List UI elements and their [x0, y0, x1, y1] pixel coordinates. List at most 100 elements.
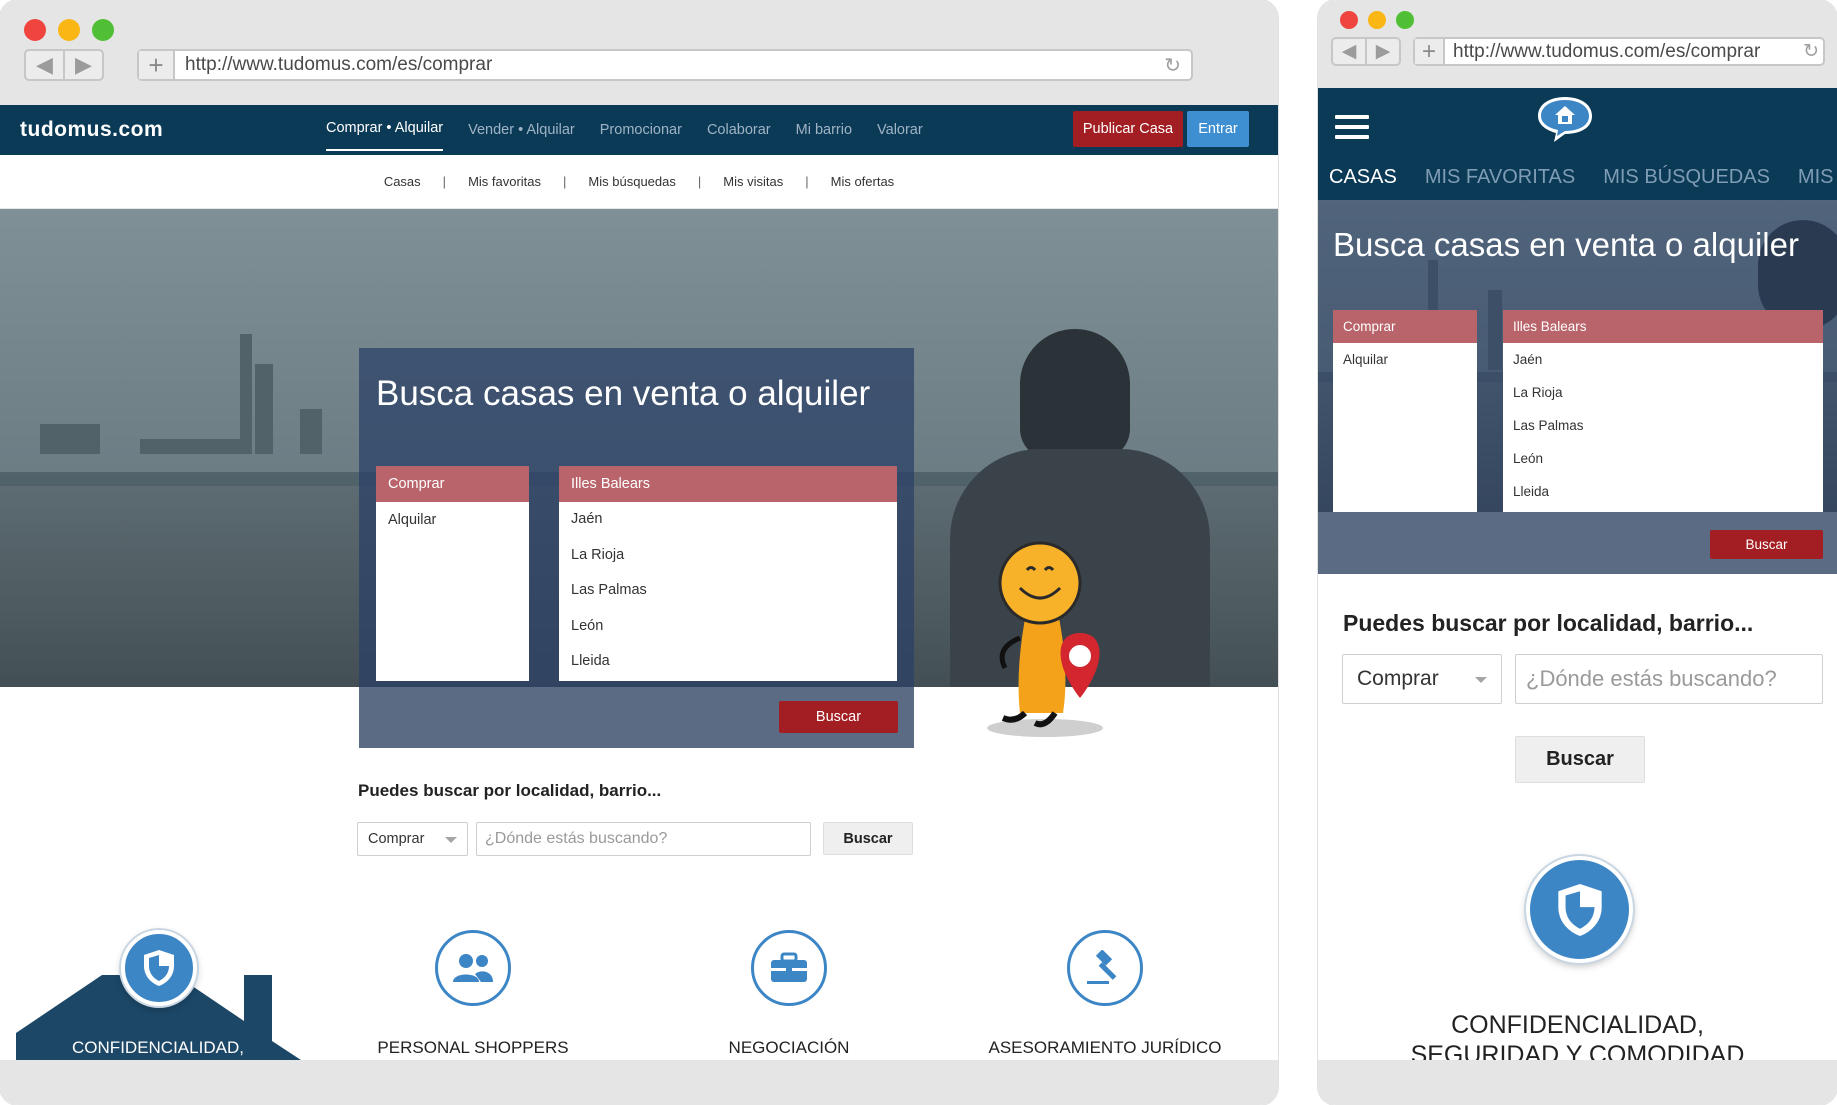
subnav-mis-ofertas[interactable]: Mis ofertas [831, 174, 895, 189]
subnav-separator: | [442, 174, 447, 189]
tab-mis-visitas[interactable]: MIS VISIT. [1798, 166, 1837, 189]
operation-select[interactable]: Comprar [357, 822, 468, 856]
province-option[interactable]: La Rioja [559, 538, 897, 574]
address-bar[interactable]: + http://www.tudomus.com/es/comprar ↻ [137, 49, 1193, 81]
menu-item-mi-barrio[interactable]: Mi barrio [796, 105, 852, 155]
province-option[interactable]: Las Palmas [1503, 409, 1823, 442]
menu-item-colaborar[interactable]: Colaborar [707, 105, 771, 155]
browser-bottom-bar [0, 1060, 1278, 1105]
speech-bubble-house-logo[interactable] [1534, 94, 1596, 144]
feature-confidencialidad: CONFIDENCIALIDAD, [72, 1038, 244, 1057]
province-option[interactable]: La Rioja [1503, 376, 1823, 409]
location-search-button[interactable]: Buscar [823, 822, 913, 855]
hero-title: Busca casas en venta o alquiler [376, 374, 871, 413]
publish-house-button[interactable]: Publicar Casa [1073, 111, 1183, 147]
subnav-separator: | [563, 174, 567, 189]
site-header: tudomus.com Comprar • Alquilar Vender • … [0, 105, 1278, 155]
feature-negociacion: NEGOCIACIÓN [728, 1038, 850, 1057]
briefcase-icon [751, 930, 827, 1006]
province-option[interactable]: Jaén [1503, 343, 1823, 376]
nav-buttons: ◀ ▶ [24, 49, 104, 81]
province-option[interactable]: Lleida [559, 644, 897, 680]
operation-option[interactable]: Alquilar [1333, 343, 1477, 376]
province-option[interactable]: Jaén [559, 502, 897, 538]
tab-mis-favoritas[interactable]: MIS FAVORITAS [1425, 166, 1575, 189]
mobile-address-bar[interactable]: + http://www.tudomus.com/es/comprar ↻ [1413, 37, 1825, 66]
minimize-window-button[interactable] [1368, 11, 1386, 29]
back-arrow-icon[interactable]: ◀ [26, 51, 65, 79]
subnav-separator: | [697, 174, 702, 189]
subnav-casas[interactable]: Casas [384, 174, 421, 189]
gavel-icon [1067, 930, 1143, 1006]
mobile-operation-select[interactable]: Comprar [1342, 654, 1502, 704]
province-list[interactable]: Illes Balears Jaén La Rioja Las Palmas L… [559, 466, 897, 681]
mobile-operation-list[interactable]: Comprar Alquilar [1333, 310, 1477, 512]
province-option[interactable]: Lleida [1503, 475, 1823, 508]
province-option-selected[interactable]: Illes Balears [559, 466, 897, 502]
mobile-nav-buttons: ◀ ▶ [1331, 37, 1401, 66]
reload-icon[interactable]: ↻ [1803, 40, 1823, 63]
close-window-button[interactable] [24, 19, 46, 41]
mobile-search-section-title: Puedes buscar por localidad, barrio... [1343, 610, 1754, 636]
hamburger-menu-icon[interactable] [1335, 115, 1369, 139]
main-menu: Comprar • Alquilar Vender • Alquilar Pro… [326, 105, 948, 155]
province-option-selected[interactable]: Illes Balears [1503, 310, 1823, 343]
mobile-hero-title: Busca casas en venta o alquiler [1333, 226, 1799, 263]
search-section-title: Puedes buscar por localidad, barrio... [358, 781, 662, 800]
menu-item-vender-alquilar[interactable]: Vender • Alquilar [468, 105, 575, 155]
mobile-url-text: http://www.tudomus.com/es/comprar [1453, 40, 1761, 62]
desktop-browser-window: ◀ ▶ + http://www.tudomus.com/es/comprar … [0, 0, 1278, 1105]
subnav-separator: | [805, 174, 809, 189]
minimize-window-button[interactable] [58, 19, 80, 41]
subnav-mis-favoritas[interactable]: Mis favoritas [468, 174, 541, 189]
mobile-operation-select-value: Comprar [1357, 667, 1439, 690]
mobile-browser-bottom-bar [1318, 1060, 1837, 1105]
mobile-site-header: CASAS MIS FAVORITAS MIS BÚSQUEDAS MIS VI… [1318, 88, 1837, 200]
operation-option[interactable]: Alquilar [376, 502, 529, 538]
subnav-mis-busquedas[interactable]: Mis búsquedas [588, 174, 675, 189]
mascot-illustration [987, 541, 1103, 737]
url-text: http://www.tudomus.com/es/comprar [185, 54, 493, 75]
mobile-tabs: CASAS MIS FAVORITAS MIS BÚSQUEDAS MIS VI… [1329, 166, 1837, 189]
operation-select-value: Comprar [368, 831, 425, 847]
chevron-down-icon [445, 837, 457, 843]
sub-navigation: Casas | Mis favoritas | Mis búsquedas | … [0, 155, 1278, 209]
province-option[interactable]: León [1503, 442, 1823, 475]
menu-item-promocionar[interactable]: Promocionar [600, 105, 682, 155]
menu-item-valorar[interactable]: Valorar [877, 105, 923, 155]
province-option[interactable]: León [559, 609, 897, 645]
operation-list[interactable]: Comprar Alquilar [376, 466, 529, 681]
feature-personal-shoppers: PERSONAL SHOPPERS [377, 1038, 569, 1057]
province-option[interactable]: Las Palmas [559, 573, 897, 609]
browser-toolbar: ◀ ▶ + http://www.tudomus.com/es/comprar … [0, 0, 1278, 105]
mobile-browser-window: ◀ ▶ + http://www.tudomus.com/es/comprar … [1318, 0, 1837, 1105]
forward-arrow-icon[interactable]: ▶ [1367, 39, 1399, 64]
shield-icon [121, 930, 197, 1006]
mobile-feature-line-1: CONFIDENCIALIDAD, [1451, 1011, 1704, 1039]
tab-casas[interactable]: CASAS [1329, 166, 1397, 189]
operation-option-selected[interactable]: Comprar [1333, 310, 1477, 343]
reload-icon[interactable]: ↻ [1164, 53, 1191, 78]
maximize-window-button[interactable] [92, 19, 114, 41]
back-arrow-icon[interactable]: ◀ [1333, 39, 1367, 64]
chevron-down-icon [1475, 677, 1487, 683]
shield-icon [1526, 856, 1633, 963]
close-window-button[interactable] [1340, 11, 1358, 29]
menu-item-comprar-alquilar[interactable]: Comprar • Alquilar [326, 105, 444, 151]
new-tab-plus-icon[interactable]: + [139, 50, 175, 80]
subnav-mis-visitas[interactable]: Mis visitas [723, 174, 783, 189]
mobile-province-list[interactable]: Illes Balears Jaén La Rioja Las Palmas L… [1503, 310, 1823, 512]
mobile-hero-search-button[interactable]: Buscar [1710, 530, 1823, 559]
operation-option-selected[interactable]: Comprar [376, 466, 529, 502]
location-search-input[interactable]: ¿Dónde estás buscando? [476, 822, 811, 856]
tab-mis-busquedas[interactable]: MIS BÚSQUEDAS [1603, 166, 1770, 189]
mobile-location-search-input[interactable]: ¿Dónde estás buscando? [1515, 654, 1823, 704]
new-tab-plus-icon[interactable]: + [1415, 38, 1445, 65]
mobile-location-search-button[interactable]: Buscar [1515, 736, 1645, 783]
hero-search-button[interactable]: Buscar [779, 701, 898, 733]
login-button[interactable]: Entrar [1187, 111, 1249, 147]
feature-asesoramiento-juridico: ASESORAMIENTO JURÍDICO [988, 1038, 1222, 1057]
maximize-window-button[interactable] [1396, 11, 1414, 29]
site-logo[interactable]: tudomus.com [20, 105, 163, 155]
forward-arrow-icon[interactable]: ▶ [65, 51, 102, 79]
